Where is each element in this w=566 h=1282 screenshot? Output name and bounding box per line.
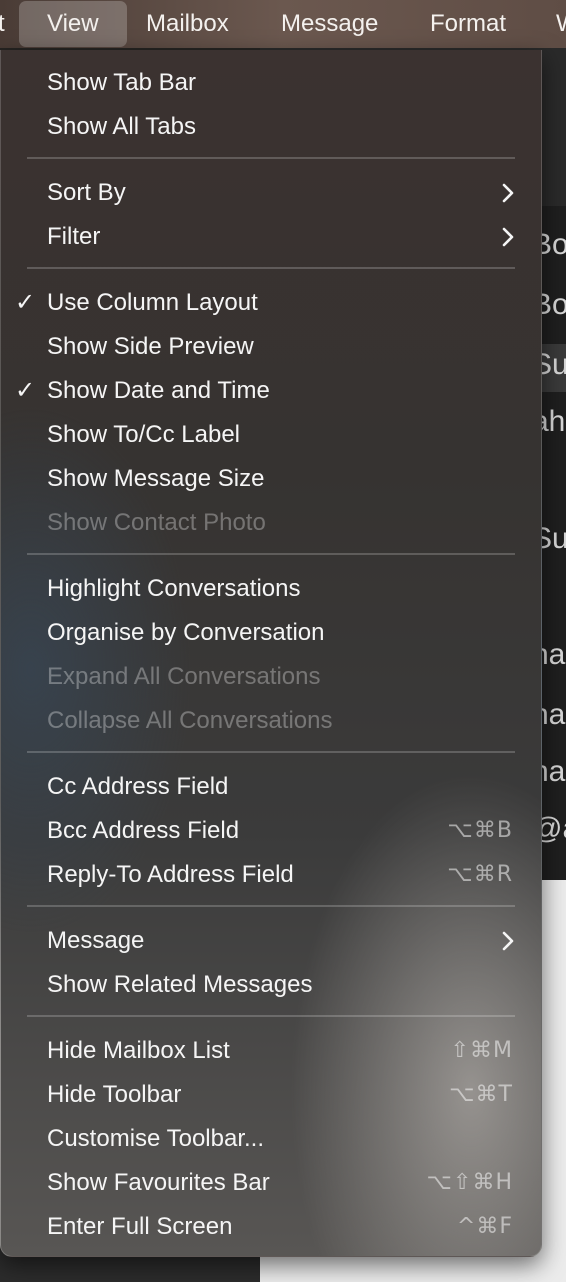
- menu-item-show-to-cc-label[interactable]: Show To/Cc Label: [1, 413, 541, 457]
- menu-item-enter-full-screen[interactable]: Enter Full Screen ^⌘F: [1, 1205, 541, 1249]
- menu-item-reply-to-address-field[interactable]: Reply-To Address Field ⌥⌘R: [1, 853, 541, 897]
- menu-item-label: Reply-To Address Field: [47, 861, 294, 888]
- menubar-item-window[interactable]: W: [556, 0, 566, 48]
- menu-item-customise-toolbar[interactable]: Customise Toolbar...: [1, 1117, 541, 1161]
- menu-item-show-side-preview[interactable]: Show Side Preview: [1, 325, 541, 369]
- menu-item-label: Show Related Messages: [47, 971, 313, 998]
- checkmark-icon: ✓: [15, 289, 36, 316]
- menu-item-label: Expand All Conversations: [47, 663, 321, 690]
- menu-item-message[interactable]: Message: [1, 919, 541, 963]
- menu-item-show-message-size[interactable]: Show Message Size: [1, 457, 541, 501]
- menu-separator: [27, 267, 515, 269]
- menu-item-label: Organise by Conversation: [47, 619, 325, 646]
- menu-item-filter[interactable]: Filter: [1, 215, 541, 259]
- menu-item-hide-mailbox-list[interactable]: Hide Mailbox List ⇧⌘M: [1, 1029, 541, 1073]
- menu-item-show-favourites-bar[interactable]: Show Favourites Bar ⌥⇧⌘H: [1, 1161, 541, 1205]
- menu-item-label: Show Message Size: [47, 465, 265, 492]
- menu-item-expand-all-conversations: Expand All Conversations: [1, 655, 541, 699]
- keyboard-shortcut: ^⌘F: [456, 1214, 513, 1239]
- menu-item-collapse-all-conversations: Collapse All Conversations: [1, 699, 541, 743]
- menu-item-label: Show Contact Photo: [47, 509, 266, 536]
- menu-item-label: Hide Mailbox List: [47, 1037, 230, 1064]
- menu-item-label: Cc Address Field: [47, 773, 229, 800]
- menu-bar: t View Mailbox Message Format W: [0, 0, 566, 48]
- menu-item-show-contact-photo: Show Contact Photo: [1, 501, 541, 545]
- menu-separator: [27, 157, 515, 159]
- checkmark-icon: ✓: [15, 377, 36, 404]
- menu-item-label: Filter: [47, 223, 101, 250]
- menu-item-label: Show Tab Bar: [47, 69, 196, 96]
- keyboard-shortcut: ⇧⌘M: [450, 1038, 513, 1063]
- chevron-right-icon: [502, 183, 514, 203]
- menubar-item-view[interactable]: View: [19, 1, 127, 47]
- menu-item-sort-by[interactable]: Sort By: [1, 171, 541, 215]
- menu-item-label: Hide Toolbar: [47, 1081, 182, 1108]
- menu-item-label: Bcc Address Field: [47, 817, 240, 844]
- menu-item-label: Show Side Preview: [47, 333, 254, 360]
- keyboard-shortcut: ⌥⌘R: [447, 862, 513, 887]
- menu-item-label: Customise Toolbar...: [47, 1125, 264, 1152]
- menubar-item-edit[interactable]: t: [0, 0, 5, 48]
- menu-item-label: Show All Tabs: [47, 113, 196, 140]
- menu-item-label: Show Favourites Bar: [47, 1169, 270, 1196]
- menu-item-cc-address-field[interactable]: Cc Address Field: [1, 765, 541, 809]
- menu-item-label: Collapse All Conversations: [47, 707, 333, 734]
- menu-item-show-tab-bar[interactable]: Show Tab Bar: [1, 61, 541, 105]
- menu-item-highlight-conversations[interactable]: Highlight Conversations: [1, 567, 541, 611]
- menu-item-label: Sort By: [47, 179, 126, 206]
- menu-separator: [27, 1015, 515, 1017]
- menu-item-show-date-and-time[interactable]: ✓ Show Date and Time: [1, 369, 541, 413]
- chevron-right-icon: [502, 931, 514, 951]
- menubar-item-format[interactable]: Format: [430, 0, 506, 48]
- view-menu: Show Tab Bar Show All Tabs Sort By Filte…: [0, 50, 542, 1257]
- menu-item-use-column-layout[interactable]: ✓ Use Column Layout: [1, 281, 541, 325]
- menu-item-label: Highlight Conversations: [47, 575, 301, 602]
- menubar-item-message[interactable]: Message: [281, 0, 378, 48]
- keyboard-shortcut: ⌥⌘T: [449, 1082, 513, 1107]
- menu-item-show-all-tabs[interactable]: Show All Tabs: [1, 105, 541, 149]
- keyboard-shortcut: ⌥⌘B: [447, 818, 513, 843]
- menu-item-label: Message: [47, 927, 145, 954]
- menu-item-bcc-address-field[interactable]: Bcc Address Field ⌥⌘B: [1, 809, 541, 853]
- menu-item-label: Show Date and Time: [47, 377, 270, 404]
- menu-separator: [27, 553, 515, 555]
- menu-item-label: Show To/Cc Label: [47, 421, 241, 448]
- chevron-right-icon: [502, 227, 514, 247]
- menu-item-organise-by-conversation[interactable]: Organise by Conversation: [1, 611, 541, 655]
- menu-separator: [27, 751, 515, 753]
- menu-item-label: Enter Full Screen: [47, 1213, 233, 1240]
- menu-item-label: Use Column Layout: [47, 289, 258, 316]
- menu-separator: [27, 905, 515, 907]
- menu-item-hide-toolbar[interactable]: Hide Toolbar ⌥⌘T: [1, 1073, 541, 1117]
- menu-item-show-related-messages[interactable]: Show Related Messages: [1, 963, 541, 1007]
- keyboard-shortcut: ⌥⇧⌘H: [426, 1170, 513, 1195]
- menubar-item-mailbox[interactable]: Mailbox: [146, 0, 229, 48]
